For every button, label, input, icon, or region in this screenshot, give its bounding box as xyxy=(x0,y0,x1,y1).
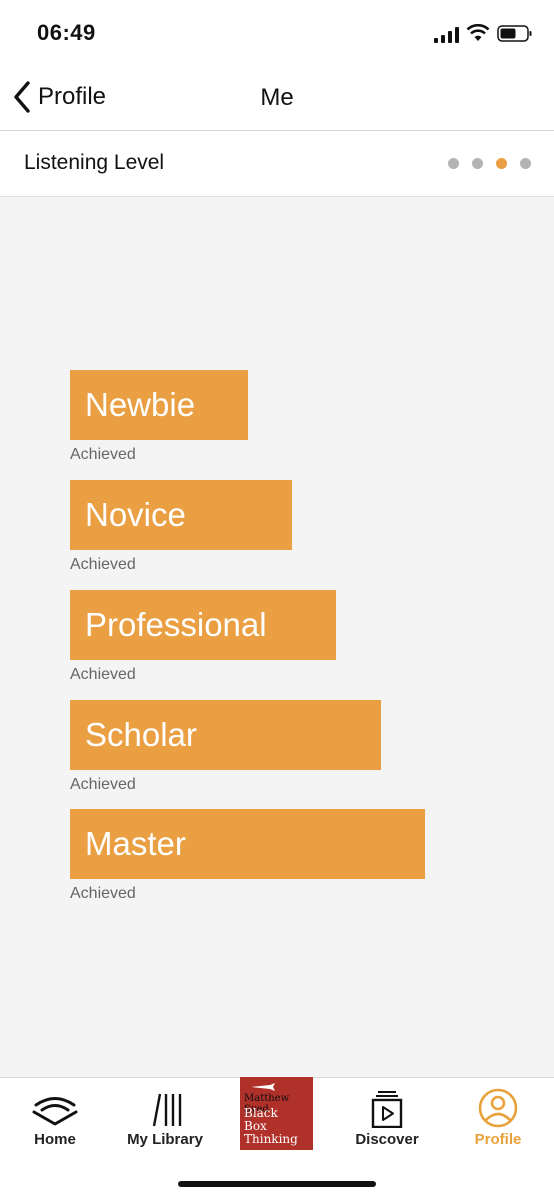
cover-title: Black Box Thinking xyxy=(244,1107,298,1146)
battery-icon xyxy=(497,25,532,42)
level-status: Achieved xyxy=(70,776,136,793)
wifi-icon xyxy=(466,24,490,41)
cover-title-line: Thinking xyxy=(244,1132,298,1146)
level-bar: Scholar xyxy=(70,700,381,770)
level-bar: Master xyxy=(70,809,425,879)
navigation-bar: Profile Me xyxy=(0,64,554,131)
page-dot[interactable] xyxy=(520,158,531,169)
audible-home-icon xyxy=(32,1097,78,1126)
level-item-newbie: Newbie Achieved xyxy=(70,370,248,464)
discover-icon xyxy=(371,1091,403,1128)
level-item-professional: Professional Achieved xyxy=(70,590,336,684)
level-bar: Professional xyxy=(70,590,336,660)
level-item-master: Master Achieved xyxy=(70,809,425,903)
tab-home[interactable]: Home xyxy=(0,1078,110,1168)
level-status: Achieved xyxy=(70,885,136,902)
tab-profile[interactable]: Profile xyxy=(443,1078,553,1168)
level-status: Achieved xyxy=(70,446,136,463)
tab-my-library[interactable]: My Library xyxy=(110,1078,220,1168)
level-bar: Newbie xyxy=(70,370,248,440)
page-dot-active[interactable] xyxy=(496,158,507,169)
tab-label: Profile xyxy=(474,1131,522,1148)
section-title: Listening Level xyxy=(24,151,165,174)
cellular-signal-icon xyxy=(434,27,459,43)
tab-label: Home xyxy=(34,1131,76,1148)
level-status: Achieved xyxy=(70,556,136,573)
tab-label: Discover xyxy=(355,1131,419,1148)
level-item-novice: Novice Achieved xyxy=(70,480,292,574)
level-bar: Novice xyxy=(70,480,292,550)
airplane-icon xyxy=(251,1083,275,1091)
tab-discover[interactable]: Discover xyxy=(332,1078,442,1168)
level-status: Achieved xyxy=(70,666,136,683)
page-dot[interactable] xyxy=(448,158,459,169)
home-indicator xyxy=(178,1181,376,1187)
page-title: Me xyxy=(260,84,294,111)
tab-label: My Library xyxy=(127,1131,203,1148)
level-item-scholar: Scholar Achieved xyxy=(70,700,381,794)
status-bar: 06:49 xyxy=(0,0,554,64)
profile-icon xyxy=(478,1088,518,1128)
library-icon xyxy=(152,1093,182,1127)
page-dot[interactable] xyxy=(472,158,483,169)
now-playing-cover[interactable]: Matthew Syed Black Box Thinking xyxy=(240,1077,313,1150)
section-header: Listening Level xyxy=(0,131,554,197)
status-time: 06:49 xyxy=(37,20,96,45)
levels-area: Newbie Achieved Novice Achieved Professi… xyxy=(0,197,554,1077)
